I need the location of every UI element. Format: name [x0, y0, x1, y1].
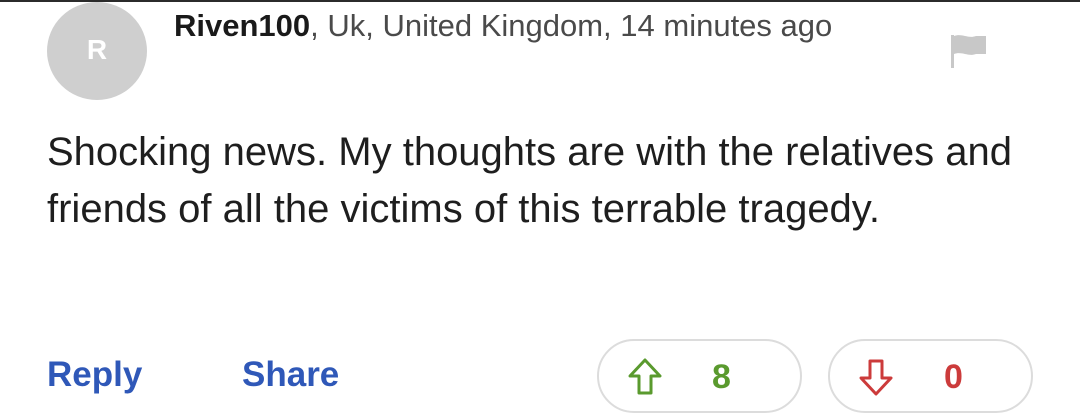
- flag-icon[interactable]: [948, 33, 988, 69]
- downvote-count: 0: [944, 358, 963, 396]
- upvote-count: 8: [712, 358, 731, 396]
- arrow-down-icon: [859, 359, 893, 396]
- comment-meta: Riven100, Uk, United Kingdom, 14 minutes…: [174, 0, 894, 52]
- upvote-button[interactable]: 8: [597, 339, 802, 413]
- comment-card: R Riven100, Uk, United Kingdom, 14 minut…: [0, 0, 1080, 416]
- reply-button[interactable]: Reply: [47, 351, 142, 399]
- arrow-up-icon: [628, 358, 662, 395]
- avatar-initial: R: [86, 34, 108, 65]
- location-timestamp: , Uk, United Kingdom, 14 minutes ago: [310, 8, 833, 43]
- avatar[interactable]: R: [47, 2, 147, 100]
- downvote-button[interactable]: 0: [828, 339, 1033, 413]
- username-link[interactable]: Riven100: [174, 8, 310, 43]
- share-button[interactable]: Share: [242, 351, 339, 399]
- comment-body: Shocking news. My thoughts are with the …: [47, 130, 1012, 231]
